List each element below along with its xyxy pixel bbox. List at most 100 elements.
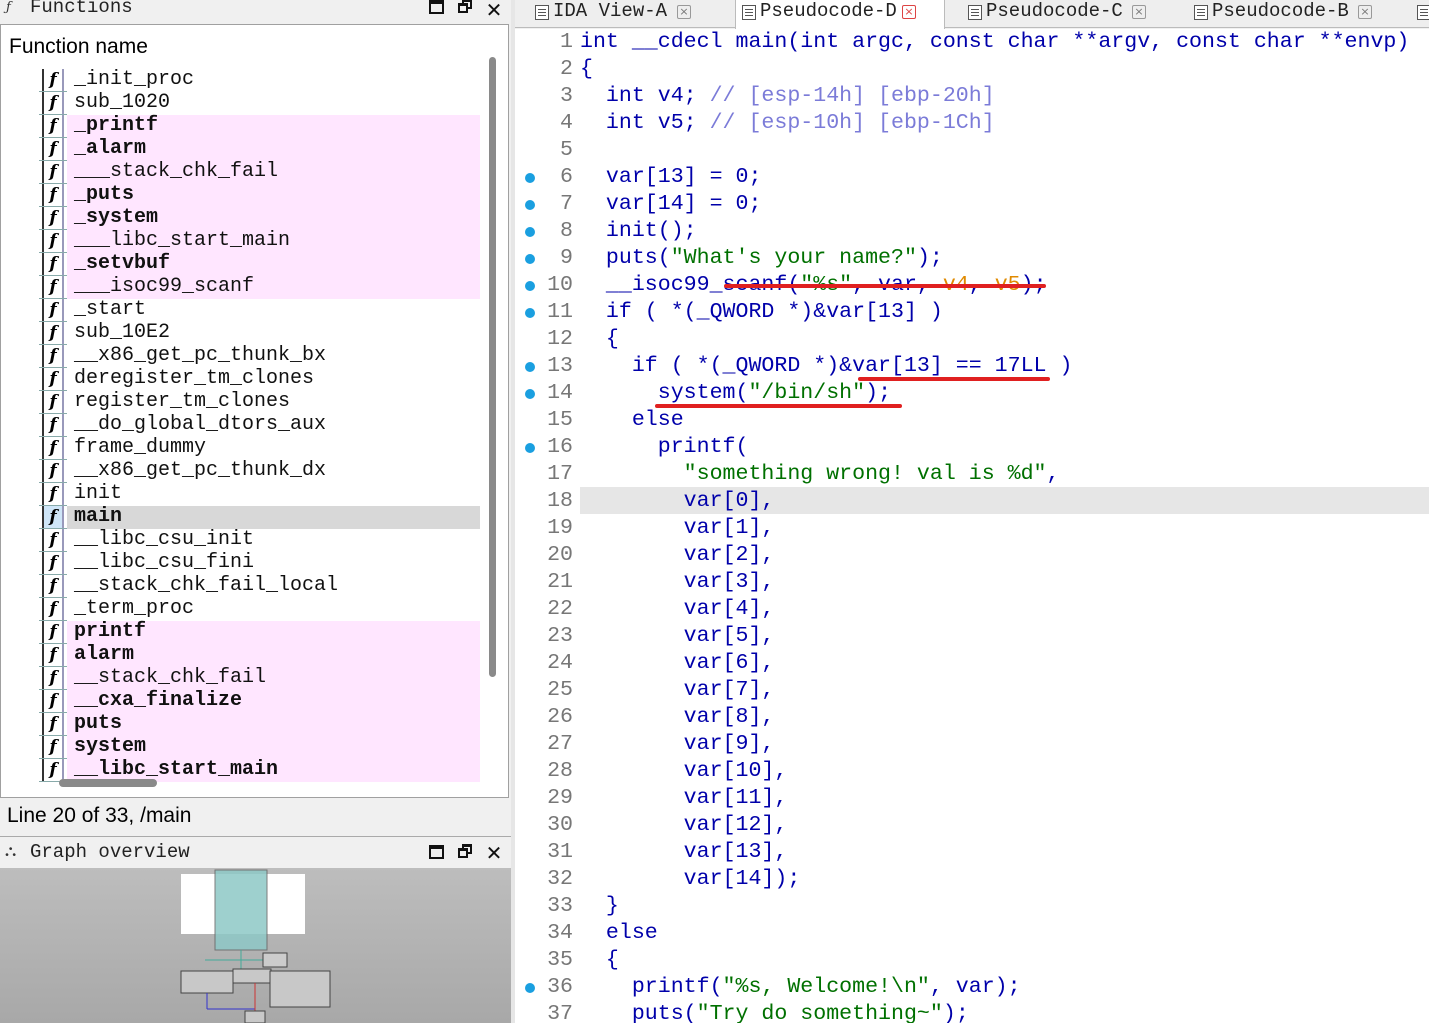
code-line[interactable]: 13 if ( *(_QWORD *)&var[13] == 17LL ) [515, 353, 1429, 380]
function-list-item[interactable]: f _term_proc [39, 597, 480, 621]
function-list-item[interactable]: f sub_10E2 [39, 321, 480, 345]
function-list-item[interactable]: f sub_1020 [39, 91, 480, 115]
breakpoint-dot-icon[interactable] [525, 200, 535, 210]
code-line[interactable]: 23 var[5], [515, 623, 1429, 650]
function-list-item[interactable]: f _system [39, 206, 480, 230]
code-line[interactable]: 36 printf("%s, Welcome!\n", var); [515, 974, 1429, 1001]
function-list-item[interactable]: f _puts [39, 183, 480, 207]
code-line[interactable]: 30 var[12], [515, 812, 1429, 839]
code-line[interactable]: 12 { [515, 326, 1429, 353]
graph-viewport[interactable] [214, 869, 268, 951]
close-icon[interactable]: ✕ [484, 841, 504, 865]
function-list-item[interactable]: f __libc_csu_fini [39, 551, 480, 575]
breakpoint-dot-icon[interactable] [525, 389, 535, 399]
function-list[interactable]: Function name f _init_proc f sub_1020 f _prin… [0, 24, 509, 798]
code-line[interactable]: 6 var[13] = 0; [515, 164, 1429, 191]
function-list-item[interactable]: f main [39, 505, 480, 529]
tab-close-icon[interactable]: × [1132, 5, 1146, 19]
close-icon[interactable]: ✕ [484, 0, 504, 22]
breakpoint-dot-icon[interactable] [525, 254, 535, 264]
function-list-item[interactable]: f __libc_csu_init [39, 528, 480, 552]
code-line[interactable]: 1 int __cdecl main(int argc, const char *… [515, 29, 1429, 56]
function-list-item[interactable]: f __x86_get_pc_thunk_bx [39, 344, 480, 368]
code-line[interactable]: 4 int v5; // [esp-10h] [ebp-1Ch] [515, 110, 1429, 137]
function-list-item[interactable]: f __stack_chk_fail [39, 666, 480, 690]
function-list-item[interactable]: f _setvbuf [39, 252, 480, 276]
function-list-item[interactable]: f __stack_chk_fail_local [39, 574, 480, 598]
function-list-item[interactable]: f alarm [39, 643, 480, 667]
code-line[interactable]: 14 system("/bin/sh"); [515, 380, 1429, 407]
tab-pseudocode-b[interactable]: Pseudocode-B × [1188, 0, 1398, 28]
maximize-icon[interactable] [426, 843, 446, 863]
horizontal-scrollbar[interactable] [59, 779, 157, 787]
code-line[interactable]: 28 var[10], [515, 758, 1429, 785]
code-line[interactable]: 8 init(); [515, 218, 1429, 245]
function-list-item[interactable]: f _start [39, 298, 480, 322]
code-line[interactable]: 5 [515, 137, 1429, 164]
breakpoint-dot-icon[interactable] [525, 281, 535, 291]
pseudocode-view[interactable]: 1 int __cdecl main(int argc, const char *… [515, 29, 1429, 1023]
breakpoint-dot-icon[interactable] [525, 173, 535, 183]
function-list-item[interactable]: f __x86_get_pc_thunk_dx [39, 459, 480, 483]
code-line[interactable]: 15 else [515, 407, 1429, 434]
tab-ida view-a[interactable]: IDA View-A × [529, 0, 719, 28]
code-line[interactable]: 24 var[6], [515, 650, 1429, 677]
function-list-item[interactable]: f puts [39, 712, 480, 736]
code-line[interactable]: 19 var[1], [515, 515, 1429, 542]
code-line[interactable]: 16 printf( [515, 434, 1429, 461]
code-line[interactable]: 20 var[2], [515, 542, 1429, 569]
function-icon: f [39, 345, 67, 368]
tab-pseudocode-d[interactable]: Pseudocode-D × [735, 0, 945, 29]
restore-icon[interactable] [456, 843, 476, 863]
graph-overview-canvas[interactable] [0, 868, 511, 1023]
code-line[interactable]: 33 } [515, 893, 1429, 920]
function-name-column-header[interactable]: Function name [9, 35, 148, 59]
code-line[interactable]: 2{ [515, 56, 1429, 83]
function-list-item[interactable]: f ___stack_chk_fail [39, 160, 480, 184]
function-list-item[interactable]: f register_tm_clones [39, 390, 480, 414]
code-line[interactable]: 27 var[9], [515, 731, 1429, 758]
breakpoint-dot-icon[interactable] [525, 983, 535, 993]
code-line[interactable]: 31 var[13], [515, 839, 1429, 866]
function-list-item[interactable]: f _alarm [39, 137, 480, 161]
tab-close-icon[interactable]: × [677, 5, 691, 19]
code-line[interactable]: 7 var[14] = 0; [515, 191, 1429, 218]
code-line[interactable]: 32 var[14]); [515, 866, 1429, 893]
function-list-item[interactable]: f system [39, 735, 480, 759]
code-line[interactable]: 11 if ( *(_QWORD *)&var[13] ) [515, 299, 1429, 326]
function-list-item[interactable]: f ___isoc99_scanf [39, 275, 480, 299]
code-line[interactable]: 25 var[7], [515, 677, 1429, 704]
restore-icon[interactable] [456, 0, 476, 18]
code-line[interactable]: 3 int v4; // [esp-14h] [ebp-20h] [515, 83, 1429, 110]
code-line[interactable]: 22 var[4], [515, 596, 1429, 623]
code-line[interactable]: 21 var[3], [515, 569, 1429, 596]
tab-overflow[interactable] [1415, 0, 1429, 28]
maximize-icon[interactable] [426, 0, 446, 18]
breakpoint-dot-icon[interactable] [525, 443, 535, 453]
function-list-item[interactable]: f __do_global_dtors_aux [39, 413, 480, 437]
code-line[interactable]: 18 var[0], [515, 488, 1429, 515]
code-line[interactable]: 9 puts("What's your name?"); [515, 245, 1429, 272]
code-line[interactable]: 35 { [515, 947, 1429, 974]
function-list-item[interactable]: f _init_proc [39, 68, 480, 92]
function-list-item[interactable]: f printf [39, 620, 480, 644]
function-list-item[interactable]: f frame_dummy [39, 436, 480, 460]
function-list-item[interactable]: f _printf [39, 114, 480, 138]
code-line[interactable]: 29 var[11], [515, 785, 1429, 812]
code-line[interactable]: 37 puts("Try do something~"); [515, 1001, 1429, 1023]
function-list-item[interactable]: f init [39, 482, 480, 506]
vertical-scrollbar[interactable] [489, 57, 496, 677]
code-line[interactable]: 26 var[8], [515, 704, 1429, 731]
code-text: var[12], [580, 812, 788, 839]
function-list-item[interactable]: f deregister_tm_clones [39, 367, 480, 391]
breakpoint-dot-icon[interactable] [525, 362, 535, 372]
tab-pseudocode-c[interactable]: Pseudocode-C × [962, 0, 1172, 28]
breakpoint-dot-icon[interactable] [525, 227, 535, 237]
tab-close-icon[interactable]: × [902, 5, 916, 19]
tab-close-icon[interactable]: × [1358, 5, 1372, 19]
code-line[interactable]: 34 else [515, 920, 1429, 947]
breakpoint-dot-icon[interactable] [525, 308, 535, 318]
function-list-item[interactable]: f ___libc_start_main [39, 229, 480, 253]
code-line[interactable]: 17 "something wrong! val is %d", [515, 461, 1429, 488]
function-list-item[interactable]: f __cxa_finalize [39, 689, 480, 713]
